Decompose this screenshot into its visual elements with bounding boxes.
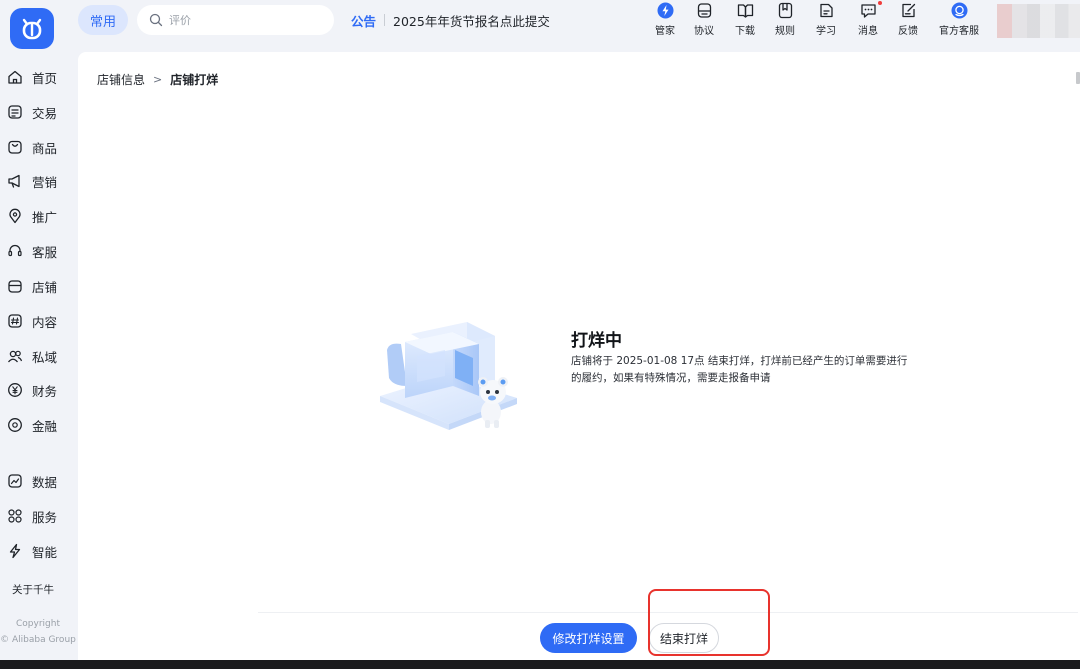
sidebar-item-label: 私域 bbox=[32, 349, 58, 365]
lightning-badge-icon bbox=[657, 2, 673, 19]
store-closed-illustration bbox=[380, 322, 517, 430]
breadcrumb-current: 店铺打烊 bbox=[170, 73, 219, 87]
tool-label: 消息 bbox=[858, 26, 878, 37]
tool-butler[interactable]: 管家 bbox=[643, 2, 687, 42]
edge-glyph bbox=[1076, 72, 1080, 84]
sidebar-item-trade[interactable]: 交易 bbox=[0, 99, 76, 125]
sidebar-item-label: 推广 bbox=[32, 209, 58, 225]
location-pin-icon bbox=[9, 208, 21, 224]
copyright-line: Copyright bbox=[16, 619, 60, 629]
lightning-icon bbox=[9, 543, 21, 559]
home-icon bbox=[8, 70, 22, 84]
tool-learn[interactable]: 学习 bbox=[804, 2, 848, 42]
search-input[interactable] bbox=[169, 13, 319, 27]
tool-label: 管家 bbox=[655, 26, 675, 37]
sidebar-item-label: 客服 bbox=[32, 244, 58, 260]
account-avatar[interactable] bbox=[997, 4, 1080, 38]
company-line: © Alibaba Group bbox=[0, 635, 76, 645]
unread-dot bbox=[878, 1, 882, 5]
sidebar-item-label: 店铺 bbox=[32, 279, 58, 295]
tool-label: 学习 bbox=[816, 26, 836, 37]
tool-label: 反馈 bbox=[898, 26, 918, 37]
sidebar-item-marketing[interactable]: 营销 bbox=[0, 168, 76, 194]
tool-label: 官方客服 bbox=[939, 26, 979, 37]
sidebar-item-label: 财务 bbox=[32, 383, 58, 399]
sidebar-item-intelligence[interactable]: 智能 bbox=[0, 538, 76, 564]
sidebar-item-label: 营销 bbox=[32, 174, 58, 190]
breadcrumb-store-info[interactable]: 店铺信息 bbox=[97, 71, 145, 88]
users-icon bbox=[7, 350, 23, 363]
sidebar-item-promotion[interactable]: 推广 bbox=[0, 203, 76, 229]
sidebar-item-label: 首页 bbox=[32, 70, 58, 86]
sidebar-item-label: 服务 bbox=[32, 509, 58, 525]
announcement-tag: 公告 bbox=[351, 13, 377, 29]
announcement[interactable]: 公告 2025年年货节报名点此提交 bbox=[351, 11, 550, 29]
qianniu-logo[interactable] bbox=[10, 8, 54, 49]
customer-service-icon bbox=[951, 2, 967, 19]
book-download-icon bbox=[737, 4, 753, 18]
breadcrumb: 店铺信息 > 店铺打烊 bbox=[97, 71, 218, 88]
copyright: Copyright © Alibaba Group bbox=[0, 616, 76, 648]
hashtag-icon bbox=[8, 314, 22, 328]
about-qianniu-link[interactable]: 关于千牛 bbox=[12, 582, 54, 597]
sidebar-item-products[interactable]: 商品 bbox=[0, 134, 76, 160]
main-panel: 店铺信息 > 店铺打烊 打烊中 店铺将于 2025-01-08 17点 结束打烊… bbox=[78, 52, 1080, 660]
tool-label: 规则 bbox=[775, 26, 795, 37]
coin-icon bbox=[8, 418, 22, 432]
sidebar-item-private-domain[interactable]: 私域 bbox=[0, 343, 76, 369]
product-bag-icon bbox=[8, 140, 22, 154]
common-button[interactable]: 常用 bbox=[78, 5, 128, 35]
agreement-icon bbox=[697, 3, 711, 18]
store-icon bbox=[8, 280, 22, 293]
top-bar: 常用 公告 2025年年货节报名点此提交 管家 协议 bbox=[0, 0, 1080, 54]
learn-icon bbox=[819, 3, 833, 18]
search-icon bbox=[149, 13, 163, 27]
grid-icon bbox=[8, 509, 22, 523]
sidebar-item-label: 内容 bbox=[32, 314, 58, 330]
tool-feedback[interactable]: 反馈 bbox=[886, 2, 930, 42]
tool-label: 下载 bbox=[735, 26, 755, 37]
modify-closure-settings-button[interactable]: 修改打烊设置 bbox=[540, 623, 637, 653]
tool-agreement[interactable]: 协议 bbox=[682, 2, 726, 42]
rules-icon bbox=[778, 2, 792, 19]
announcement-divider bbox=[384, 14, 386, 26]
sidebar-item-customer-service[interactable]: 客服 bbox=[0, 238, 76, 264]
tool-rules[interactable]: 规则 bbox=[763, 2, 807, 42]
logo-icon bbox=[22, 18, 42, 39]
tool-label: 协议 bbox=[694, 26, 714, 37]
sidebar-item-label: 交易 bbox=[32, 105, 58, 121]
announcement-text[interactable]: 2025年年货节报名点此提交 bbox=[393, 11, 550, 30]
chart-icon bbox=[8, 474, 22, 488]
sidebar-item-label: 商品 bbox=[32, 140, 58, 156]
megaphone-icon bbox=[8, 174, 20, 188]
sidebar-item-content[interactable]: 内容 bbox=[0, 308, 76, 334]
status-title: 打烊中 bbox=[571, 331, 622, 351]
sidebar-item-label: 智能 bbox=[32, 544, 58, 560]
sidebar-item-finance[interactable]: 财务 bbox=[0, 377, 76, 403]
tool-messages[interactable]: 消息 bbox=[846, 1, 890, 42]
tool-customer-service[interactable]: 官方客服 bbox=[937, 2, 981, 42]
tool-download[interactable]: 下载 bbox=[723, 2, 767, 42]
sidebar-item-services[interactable]: 服务 bbox=[0, 503, 76, 529]
annotation-highlight bbox=[648, 589, 770, 656]
sidebar-item-data[interactable]: 数据 bbox=[0, 468, 76, 494]
status-description: 店铺将于 2025-01-08 17点 结束打烊，打烊前已经产生的订单需要进行的… bbox=[571, 355, 908, 384]
search-box[interactable] bbox=[137, 5, 334, 35]
sidebar-item-home[interactable]: 首页 bbox=[0, 64, 76, 90]
sidebar-item-banking[interactable]: 金融 bbox=[0, 412, 76, 438]
sidebar-item-store[interactable]: 店铺 bbox=[0, 273, 76, 299]
message-icon bbox=[860, 4, 876, 18]
bottom-strip bbox=[0, 660, 1080, 669]
sidebar-item-label: 数据 bbox=[32, 474, 58, 490]
trade-icon bbox=[8, 105, 22, 119]
sidebar: 首页 交易 商品 营销 推广 客服 店铺 内容 私域 财务 金融 数据 服务 智… bbox=[0, 54, 76, 669]
yuan-icon bbox=[8, 383, 22, 397]
headset-icon bbox=[8, 244, 22, 257]
breadcrumb-separator: > bbox=[153, 73, 163, 86]
sidebar-item-label: 金融 bbox=[32, 418, 58, 434]
feedback-icon bbox=[901, 3, 915, 18]
